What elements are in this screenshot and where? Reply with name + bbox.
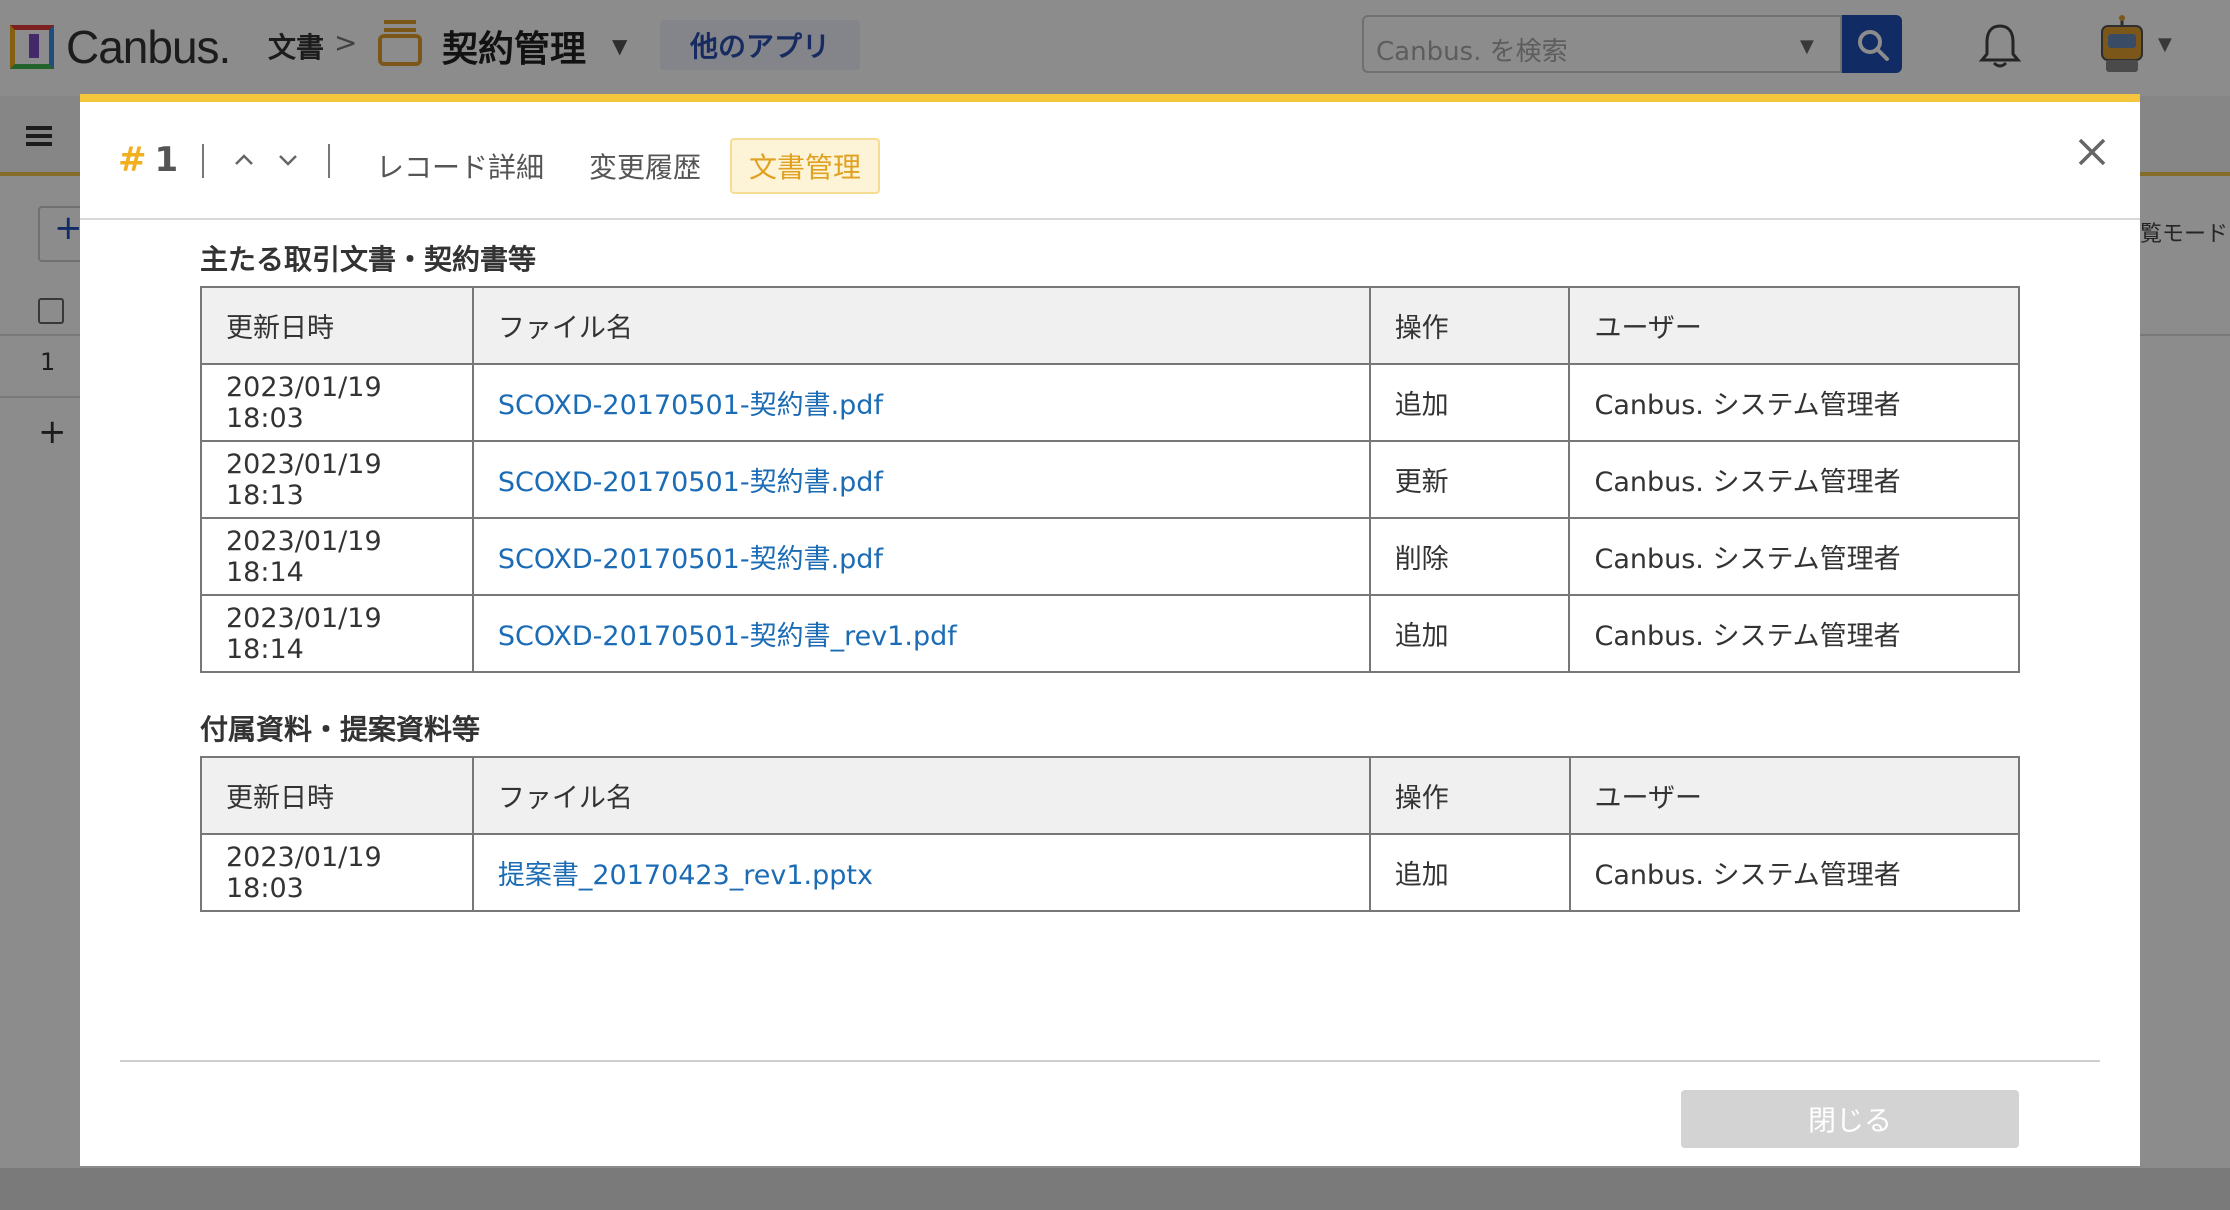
table-row: 2023/01/19 18:14 SCOXD-20170501-契約書_rev1… [200, 594, 2020, 673]
column-header-user: ユーザー [1568, 756, 2021, 835]
record-number: #1 [118, 140, 178, 180]
divider [202, 144, 204, 178]
overlay-bottom-strip [0, 1168, 2230, 1210]
footer-divider [120, 1060, 2100, 1062]
table-header-row: 更新日時 ファイル名 操作 ユーザー [200, 286, 2020, 365]
cell-operation: 更新 [1368, 440, 1571, 519]
column-header-datetime: 更新日時 [200, 756, 474, 835]
cell-operation: 削除 [1368, 517, 1571, 596]
section-title-main-documents: 主たる取引文書・契約書等 [200, 243, 537, 276]
column-header-operation: 操作 [1368, 286, 1571, 365]
divider [328, 144, 330, 178]
cell-datetime: 2023/01/19 18:14 [200, 594, 474, 673]
cell-filename: SCOXD-20170501-契約書_rev1.pdf [471, 594, 1371, 673]
file-link[interactable]: SCOXD-20170501-契約書.pdf [498, 390, 883, 421]
chevron-up-icon[interactable] [226, 142, 262, 178]
close-button[interactable]: 閉じる [1681, 1090, 2019, 1148]
cell-user: Canbus. システム管理者 [1568, 517, 2020, 596]
cell-user: Canbus. システム管理者 [1568, 594, 2020, 673]
cell-operation: 追加 [1368, 363, 1571, 442]
tab-document-management[interactable]: 文書管理 [730, 138, 880, 194]
cell-datetime: 2023/01/19 18:14 [200, 517, 474, 596]
table-row: 2023/01/19 18:14 SCOXD-20170501-契約書.pdf … [200, 517, 2020, 596]
column-header-filename: ファイル名 [471, 756, 1371, 835]
table-row: 2023/01/19 18:03 SCOXD-20170501-契約書.pdf … [200, 363, 2020, 442]
hash-icon: # [118, 140, 147, 180]
cell-filename: SCOXD-20170501-契約書.pdf [471, 363, 1371, 442]
record-number-value: 1 [154, 140, 179, 180]
file-link[interactable]: SCOXD-20170501-契約書_rev1.pdf [498, 621, 957, 652]
column-header-filename: ファイル名 [471, 286, 1371, 365]
cell-operation: 追加 [1368, 833, 1571, 912]
cell-user: Canbus. システム管理者 [1568, 440, 2020, 519]
close-icon[interactable] [2070, 130, 2114, 174]
cell-filename: SCOXD-20170501-契約書.pdf [471, 517, 1371, 596]
file-link[interactable]: SCOXD-20170501-契約書.pdf [498, 467, 883, 498]
cell-filename: 提案書_20170423_rev1.pptx [471, 833, 1371, 912]
cell-datetime: 2023/01/19 18:03 [200, 363, 474, 442]
cell-filename: SCOXD-20170501-契約書.pdf [471, 440, 1371, 519]
chevron-down-icon[interactable] [270, 142, 306, 178]
cell-operation: 追加 [1368, 594, 1571, 673]
tab-change-history[interactable]: 変更履歴 [580, 138, 710, 194]
cell-user: Canbus. システム管理者 [1568, 363, 2020, 442]
table-header-row: 更新日時 ファイル名 操作 ユーザー [200, 756, 2021, 835]
column-header-user: ユーザー [1568, 286, 2020, 365]
cell-datetime: 2023/01/19 18:03 [200, 833, 474, 912]
table-row: 2023/01/19 18:03 提案書_20170423_rev1.pptx … [200, 833, 2021, 912]
cell-user: Canbus. システム管理者 [1568, 833, 2021, 912]
attachments-table: 更新日時 ファイル名 操作 ユーザー 2023/01/19 18:03 提案書_… [200, 756, 2021, 912]
main-documents-table: 更新日時 ファイル名 操作 ユーザー 2023/01/19 18:03 SCOX… [200, 286, 2020, 673]
section-title-attachments: 付属資料・提案資料等 [200, 713, 481, 746]
document-management-dialog: #1 レコード詳細 変更履歴 文書管理 主たる取引文書・契約書等 更新日時 ファ… [80, 94, 2140, 1166]
file-link[interactable]: SCOXD-20170501-契約書.pdf [498, 544, 883, 575]
file-link[interactable]: 提案書_20170423_rev1.pptx [498, 860, 873, 891]
column-header-operation: 操作 [1368, 756, 1571, 835]
tab-record-detail[interactable]: レコード詳細 [370, 138, 550, 194]
dialog-header: #1 レコード詳細 変更履歴 文書管理 [80, 102, 2140, 220]
column-header-datetime: 更新日時 [200, 286, 474, 365]
table-row: 2023/01/19 18:13 SCOXD-20170501-契約書.pdf … [200, 440, 2020, 519]
cell-datetime: 2023/01/19 18:13 [200, 440, 474, 519]
